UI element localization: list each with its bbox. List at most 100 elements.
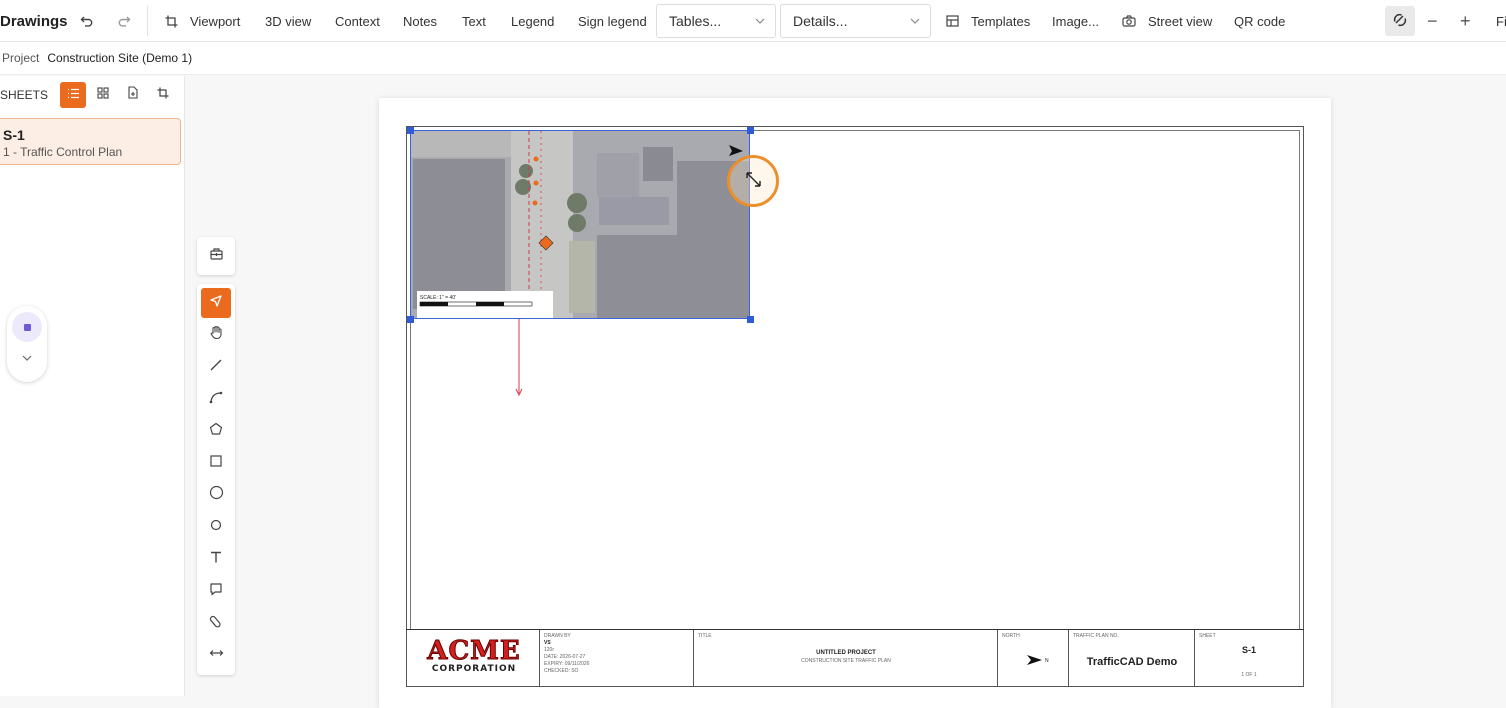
breadcrumb-label: Project xyxy=(2,51,40,65)
toolbox-icon xyxy=(209,246,224,266)
titleblock-logo-cell: ACME CORPORATION xyxy=(406,630,540,687)
comment-tool[interactable] xyxy=(201,576,231,606)
rectangle-tool[interactable] xyxy=(201,448,231,478)
add-sheet-button[interactable] xyxy=(120,82,146,108)
app-title: Drawings xyxy=(0,12,68,30)
double-arrow-icon xyxy=(209,646,224,664)
crop-icon xyxy=(157,86,169,104)
breadcrumb-project[interactable]: Construction Site (Demo 1) xyxy=(47,51,192,65)
resize-handle-top-left[interactable] xyxy=(407,127,414,134)
point-tool[interactable] xyxy=(201,512,231,542)
text-button[interactable]: Text xyxy=(462,0,486,42)
legend-button[interactable]: Legend xyxy=(511,0,554,42)
list-view-button[interactable] xyxy=(60,82,86,108)
details-select[interactable]: Details... xyxy=(780,4,931,38)
undo-icon[interactable] xyxy=(80,0,94,42)
add-page-icon xyxy=(127,86,139,104)
speech-bubble-icon xyxy=(209,582,223,601)
qr-code-button[interactable]: QR code xyxy=(1234,0,1285,42)
line-tool[interactable] xyxy=(201,352,231,382)
chevron-down-icon[interactable] xyxy=(7,352,47,364)
sheet-number: S-1 xyxy=(1241,645,1256,655)
sheet-id: S-1 xyxy=(3,127,25,143)
checked-line: CHECKED: SO xyxy=(544,668,579,674)
pentagon-icon xyxy=(209,422,223,441)
toolbar-divider xyxy=(147,6,148,36)
measure-tool[interactable] xyxy=(201,608,231,638)
viewport-label: Viewport xyxy=(190,13,241,29)
circle-tool[interactable] xyxy=(201,480,231,510)
titleblock-drawn-cell: DRAWN BY VS 120r DATE: 2026-07-27 EXPIRY… xyxy=(540,630,694,687)
arc-tool[interactable] xyxy=(201,384,231,414)
small-circle-icon xyxy=(209,518,223,537)
title-label: TITLE xyxy=(698,633,712,639)
tables-select-value: Tables... xyxy=(669,13,722,29)
redo-icon[interactable] xyxy=(117,0,131,42)
viewport-button[interactable]: Viewport xyxy=(165,0,240,42)
zoom-in-button[interactable]: + xyxy=(1460,0,1471,42)
templates-label: Templates xyxy=(971,13,1031,29)
street-view-button[interactable]: Street view xyxy=(1122,0,1212,42)
text-tool[interactable] xyxy=(201,544,231,574)
top-toolbar: Drawings Viewport 3D view Context Notes … xyxy=(0,0,1506,42)
polygon-tool[interactable] xyxy=(201,416,231,446)
dimension-tool[interactable] xyxy=(201,640,231,670)
templates-button[interactable]: Templates xyxy=(946,0,1030,42)
map-viewport[interactable]: SCALE: 1" = 40' xyxy=(410,130,750,319)
crop-icon xyxy=(165,15,178,28)
floating-layer-control[interactable] xyxy=(7,306,47,382)
grid-icon xyxy=(97,86,109,104)
hand-icon xyxy=(209,325,224,345)
chevron-down-icon xyxy=(755,15,765,27)
sheet-label: SHEET xyxy=(1199,633,1216,639)
project-subtitle: CONSTRUCTION SITE TRAFFIC PLAN xyxy=(801,658,891,664)
sheets-sidebar: SHEETS S-1 1 - Traffic Control Plan xyxy=(0,76,185,696)
select-tool[interactable] xyxy=(201,288,231,318)
titleblock-sheet-cell: SHEET S-1 1 OF 1 xyxy=(1195,630,1303,687)
text-icon xyxy=(209,550,223,569)
layer-dot-icon[interactable] xyxy=(12,312,42,342)
sign-legend-button[interactable]: Sign legend xyxy=(578,0,647,42)
north-arrow-icon xyxy=(1027,655,1042,665)
zoom-out-button[interactable]: − xyxy=(1427,0,1438,42)
template-icon xyxy=(946,15,959,27)
tables-select[interactable]: Tables... xyxy=(656,4,776,38)
fit-button[interactable]: Fi xyxy=(1496,0,1506,42)
acme-logo: ACME CORPORATION xyxy=(424,636,524,675)
crop-sheet-button[interactable] xyxy=(150,82,176,108)
snap-toggle-button[interactable] xyxy=(1385,6,1415,36)
project-title: UNTITLED PROJECT xyxy=(816,650,876,656)
grid-view-button[interactable] xyxy=(90,82,116,108)
sheet-count: 1 OF 1 xyxy=(1241,672,1257,678)
line-icon xyxy=(209,358,223,377)
titleblock-north-cell: NORTH N xyxy=(998,630,1069,687)
titleblock-title-cell: TITLE UNTITLED PROJECT CONSTRUCTION SITE… xyxy=(694,630,998,687)
sheets-heading: SHEETS xyxy=(0,88,49,102)
context-button[interactable]: Context xyxy=(335,0,380,42)
resize-handle-bottom-right[interactable] xyxy=(747,316,754,323)
north-label: NORTH xyxy=(1002,633,1020,639)
toolbox-toggle-button[interactable] xyxy=(197,237,235,275)
square-icon xyxy=(209,454,223,473)
sheet-item-s1[interactable]: S-1 1 - Traffic Control Plan xyxy=(0,118,181,165)
expiry-line: EXPIRY: 09/11/2026 xyxy=(544,661,590,667)
resize-handle-bottom-left[interactable] xyxy=(407,316,414,323)
pan-tool[interactable] xyxy=(201,320,231,350)
resize-handle-top-right[interactable] xyxy=(747,127,754,134)
logo-wordmark: ACME xyxy=(427,636,521,666)
north-letter: N xyxy=(1045,658,1049,664)
camera-icon xyxy=(1122,15,1136,27)
aerial-map-image: SCALE: 1" = 40' xyxy=(411,131,749,318)
company-name: TrafficCAD Demo xyxy=(1086,656,1178,668)
notes-button[interactable]: Notes xyxy=(403,0,437,42)
drawn-by-label: DRAWN BY xyxy=(544,633,571,639)
street-view-label: Street view xyxy=(1148,13,1213,29)
details-select-value: Details... xyxy=(793,13,848,29)
drawn-by-value: VS xyxy=(544,640,551,646)
image-button[interactable]: Image... xyxy=(1052,0,1099,42)
dimension-line xyxy=(515,319,523,397)
magnet-icon xyxy=(1393,13,1407,30)
traffic-plan-label: TRAFFIC PLAN NO. xyxy=(1073,633,1119,639)
chevron-down-icon xyxy=(910,15,920,27)
3d-view-button[interactable]: 3D view xyxy=(265,0,311,42)
